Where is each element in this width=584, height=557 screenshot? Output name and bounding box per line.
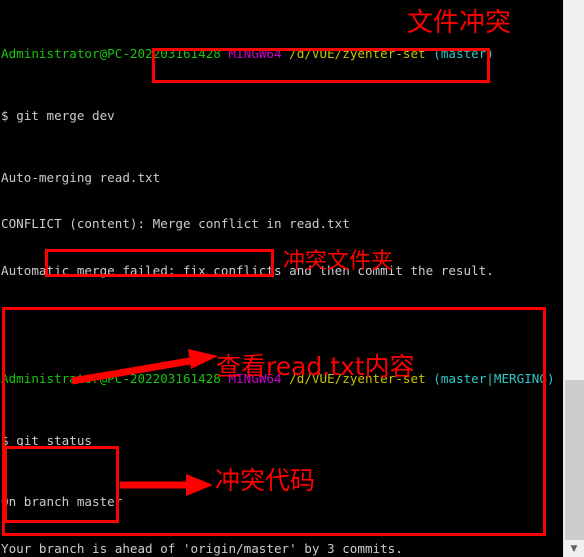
prompt-user-host: Administrator@PC-202203161428 [1, 370, 221, 386]
annotation-label-file-conflict: 文件冲突 [407, 8, 512, 38]
vertical-scrollbar[interactable]: ▼ [563, 0, 584, 557]
annotation-label-conflict-directory: 冲突文件夹 [283, 249, 394, 274]
command-line-status: $ git status [1, 433, 563, 448]
dollar-sign: $ [1, 432, 9, 448]
command-text: git status [16, 432, 93, 448]
annotation-label-conflict-code: 冲突代码 [215, 466, 316, 495]
dollar-sign: $ [1, 108, 9, 124]
output-on-branch: On branch master [1, 494, 123, 510]
annotation-label-view-read-content: 查看read.txt内容 [216, 352, 415, 381]
scrollbar-thumb[interactable] [565, 380, 584, 540]
prompt-branch: (master) [433, 46, 494, 62]
output-ahead-of: Your branch is ahead of 'origin/master' … [1, 540, 403, 556]
prompt-shell: MINGW64 [228, 46, 282, 62]
prompt-user-host: Administrator@PC-202203161428 [1, 46, 221, 62]
prompt-path: /d/VUE/zyenter-set [289, 46, 426, 62]
output-conflict-content: CONFLICT (content): Merge conflict in re… [1, 216, 350, 232]
prompt-branch-merging: (master|MERGING) [433, 370, 555, 386]
command-text: git merge dev [16, 108, 115, 124]
screenshot-root: Administrator@PC-202203161428 MINGW64 /d… [0, 0, 584, 557]
output-auto-merging: Auto-merging read.txt [1, 169, 161, 185]
output-auto-merge-failed: Automatic merge failed; fix conflicts an… [1, 262, 494, 278]
scroll-down-arrow-icon[interactable]: ▼ [564, 540, 584, 557]
command-line-merge: $ git merge dev [1, 108, 563, 123]
prompt-line: Administrator@PC-202203161428 MINGW64 /d… [1, 46, 563, 61]
